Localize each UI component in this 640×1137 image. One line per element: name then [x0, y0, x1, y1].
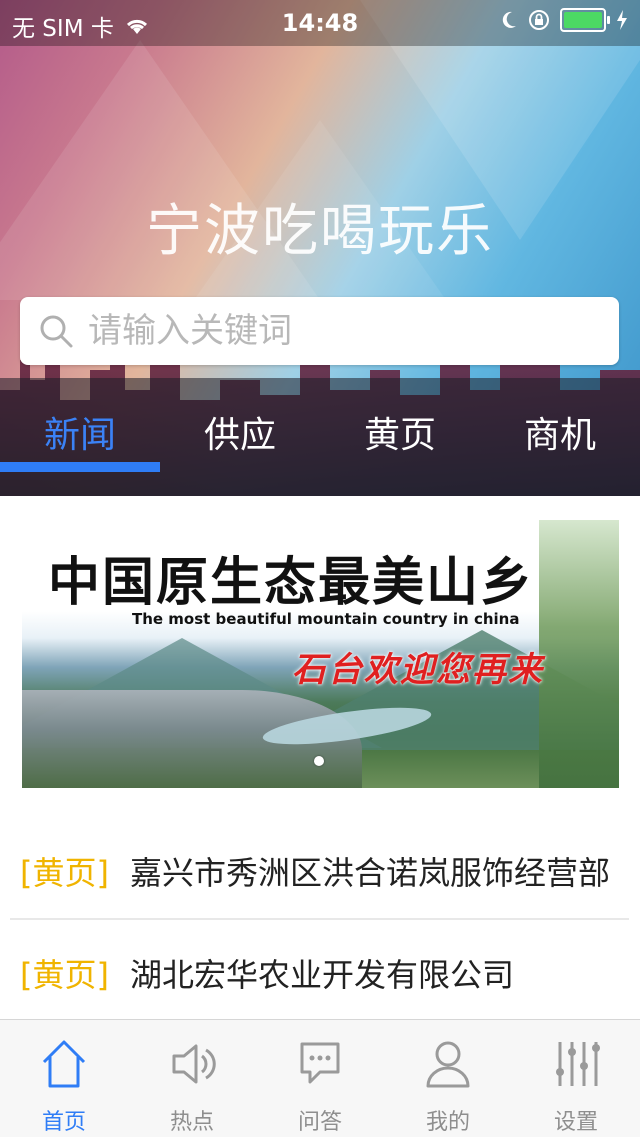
search-bar[interactable] [20, 297, 619, 365]
search-icon [40, 315, 73, 348]
battery-nub [607, 16, 610, 24]
tab-business[interactable]: 商机 [480, 406, 640, 458]
bottom-nav: 首页 热点 问答 我的 设置 [0, 1019, 640, 1137]
tab-news[interactable]: 新闻 [0, 406, 160, 458]
list-item-title: 湖北宏华农业开发有限公司 [130, 956, 515, 994]
list-item-tag: [黄页] [20, 854, 109, 892]
tab-yellow-pages[interactable]: 黄页 [320, 406, 480, 458]
promo-banner[interactable]: 中国原生态最美山乡 The most beautiful mountain co… [22, 520, 619, 788]
active-tab-indicator [0, 462, 160, 472]
nav-label: 问答 [297, 1110, 342, 1135]
nav-label: 首页 [41, 1110, 86, 1135]
category-tabs: 新闻 供应 黄页 商机 [0, 378, 640, 496]
nav-label: 我的 [425, 1110, 470, 1135]
nav-hot[interactable]: 热点 [128, 1020, 256, 1137]
list-item[interactable]: [黄页] 湖北宏华农业开发有限公司 [10, 920, 629, 1020]
banner-subtitle: The most beautiful mountain country in c… [132, 610, 520, 628]
tab-supply[interactable]: 供应 [160, 406, 320, 458]
nav-label: 热点 [169, 1110, 214, 1135]
list-item-title: 嘉兴市秀洲区洪合诺岚服饰经营部 [130, 854, 611, 892]
battery-icon [560, 8, 610, 32]
speaker-icon [172, 1044, 216, 1084]
list-item-tag: [黄页] [20, 956, 109, 994]
chat-bubble-icon [300, 1042, 340, 1084]
banner-headline: 中国原生态最美山乡 [48, 552, 535, 613]
moon-icon [502, 11, 516, 28]
app-title: 宁波吃喝玩乐 [146, 199, 494, 264]
list-item[interactable]: [黄页] 嘉兴市秀洲区洪合诺岚服饰经营部 [10, 818, 629, 920]
rotation-lock-icon [529, 10, 549, 30]
nav-mine[interactable]: 我的 [384, 1020, 512, 1137]
home-icon [42, 1040, 86, 1088]
search-input[interactable] [86, 305, 610, 357]
charging-icon [617, 10, 627, 30]
banner-welcome: 石台欢迎您再来 [292, 650, 544, 690]
nav-qa[interactable]: 问答 [256, 1020, 384, 1137]
sliders-icon [556, 1042, 600, 1086]
nav-label: 设置 [553, 1110, 598, 1135]
nav-home[interactable]: 首页 [0, 1020, 128, 1137]
user-icon [426, 1041, 470, 1088]
status-bar: 无 SIM 卡 14:48 [0, 0, 640, 46]
nav-settings[interactable]: 设置 [512, 1020, 640, 1137]
status-right [500, 8, 628, 32]
battery-level [564, 12, 602, 28]
carousel-dot[interactable] [314, 756, 324, 766]
banner-mountain [539, 520, 619, 788]
